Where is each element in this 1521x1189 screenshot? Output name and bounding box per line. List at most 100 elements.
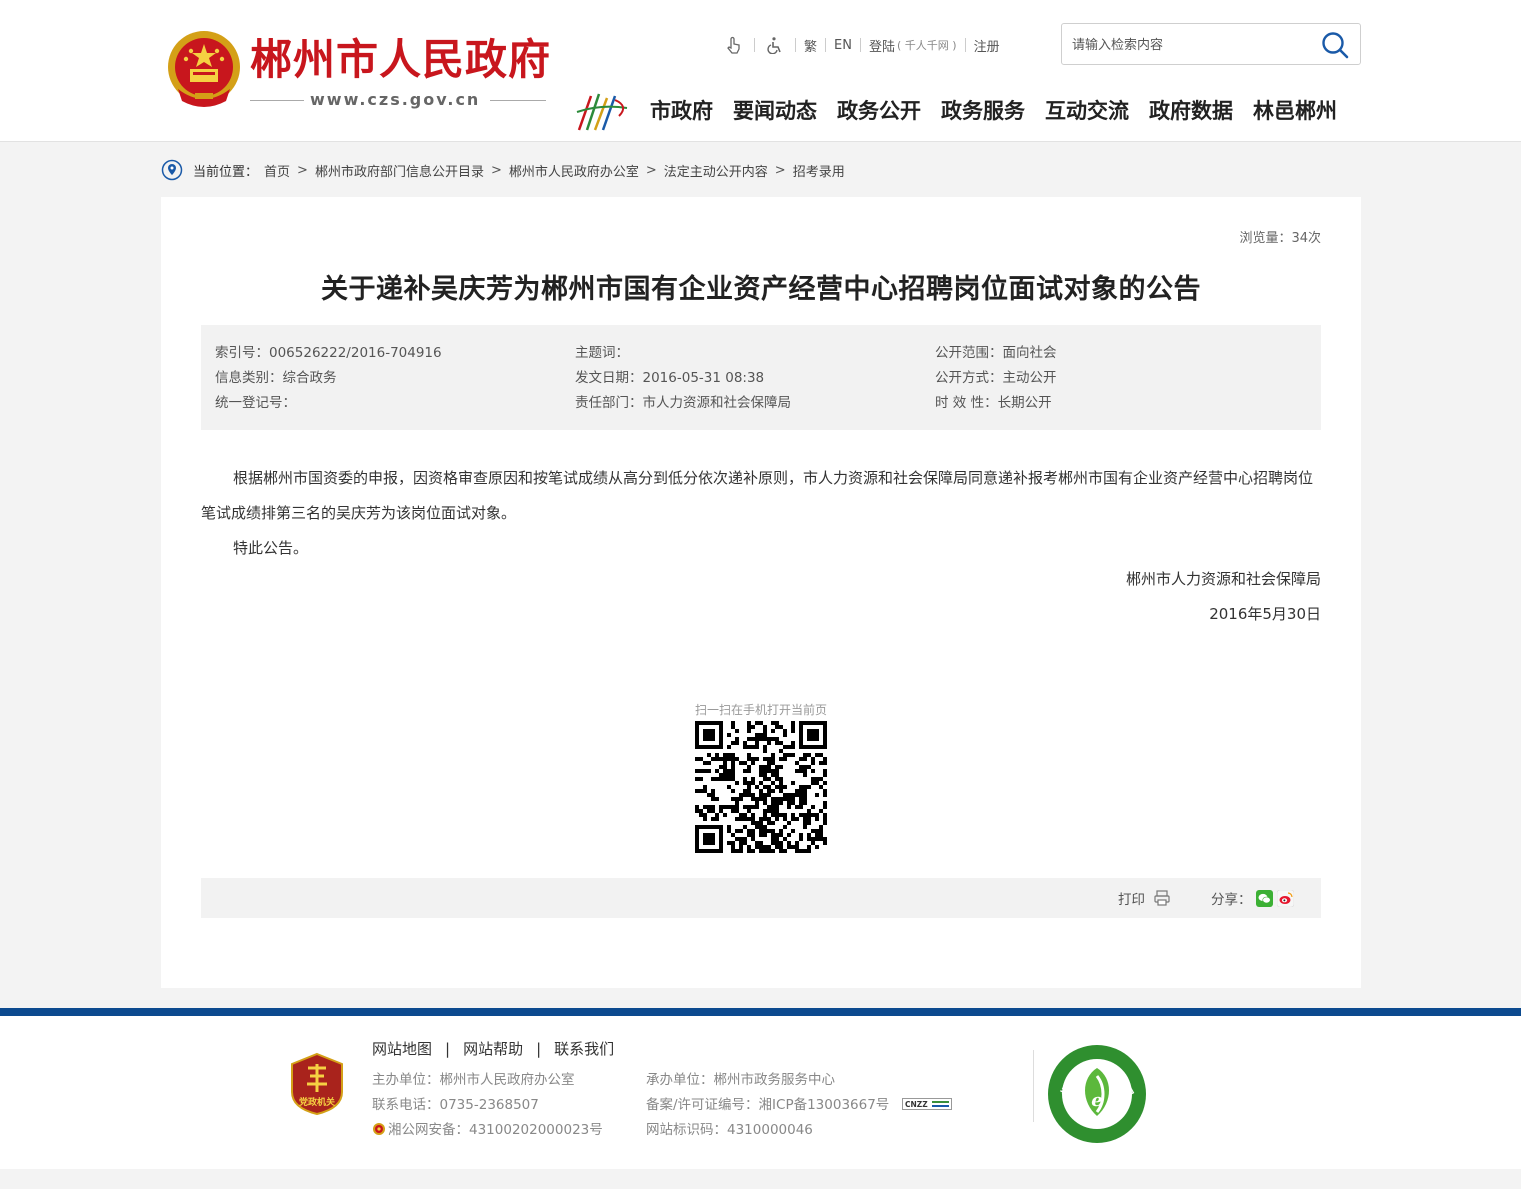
metadata-column: 索引号：006526222/2016-704916 信息类别：综合政务 统一登记… [215,341,442,416]
qr-code [695,721,827,853]
breadcrumb-statutory-content[interactable]: 法定主动公开内容 [664,161,768,180]
toolbar-divider [795,38,796,52]
search-icon[interactable] [1320,30,1350,60]
print-icon [1154,890,1170,906]
footer-divider [1033,1050,1034,1122]
meta-index-number: 索引号：006526222/2016-704916 [215,345,442,361]
footer-bottom-strip [0,1169,1521,1189]
breadcrumb-separator: > [645,162,657,178]
footer-accent-line [0,1008,1521,1016]
article-paragraph: 特此公告。 [233,539,309,557]
footer-operator: 承办单位：郴州市政务服务中心 [646,1072,835,1088]
footer-link-divider: | [445,1039,451,1058]
nav-item-city-government[interactable]: 市政府 [650,94,713,128]
location-pin-icon [161,159,183,181]
breadcrumb: 当前位置： 首页 > 郴州市政府部门信息公开目录 > 郴州市人民政府办公室 > … [161,158,845,182]
meta-scope: 公开范围：面向社会 [935,345,1057,361]
nav-item-government-affairs-disclosure[interactable]: 政务公开 [837,94,921,128]
login-sub-label: ( 千人千网 ) [896,39,957,52]
weibo-icon[interactable] [1276,889,1294,907]
meta-keywords: 主题词： [575,345,629,361]
accessibility-icon[interactable] [763,35,787,55]
footer-police-row[interactable]: 湘公网安备：43100202000023号 [372,1118,603,1143]
url-divider-right [490,100,546,101]
site-header: 郴州市人民政府 www.czs.gov.cn 繁 EN 登陆 ( 千人千网 ) … [0,0,1521,142]
site-name: 郴州市人民政府 [250,35,552,84]
article-title: 关于递补吴庆芳为郴州市国有企业资产经营中心招聘岗位面试对象的公告 [321,274,1201,305]
print-button[interactable]: 打印 [1118,888,1171,908]
cnzz-badge-icon: CNZZ [901,1098,952,1110]
toolbar-divider [754,38,755,52]
footer-icp-row[interactable]: 备案/许可证编号：湘ICP备13003667号 CNZZ [646,1093,952,1118]
metadata-column: 主题词： 发文日期：2016-05-31 08:38 责任部门：市人力资源和社会… [575,341,791,416]
article-metadata: 索引号：006526222/2016-704916 信息类别：综合政务 统一登记… [201,325,1321,430]
footer-link-help[interactable]: 网站帮助 [463,1038,523,1059]
article-card: 浏览量：34次 关于递补吴庆芳为郴州市国有企业资产经营中心招聘岗位面试对象的公告… [161,197,1361,988]
svg-text:e: e [1091,1090,1102,1111]
login-link[interactable]: 登陆 [869,36,895,55]
register-link[interactable]: 注册 [974,36,1000,55]
footer-site-code: 网站标识码：4310000046 [646,1122,813,1138]
nav-item-interaction[interactable]: 互动交流 [1045,94,1129,128]
article-signature: 郴州市人力资源和社会保障局 [1125,570,1321,588]
party-badge-text: 党政机关 [299,1096,335,1108]
footer-info-right: 承办单位：郴州市政务服务中心 备案/许可证编号：湘ICP备13003667号 C… [646,1068,952,1143]
footer-sponsor: 主办单位：郴州市人民政府办公室 [372,1072,575,1088]
nav-item-news[interactable]: 要闻动态 [733,94,817,128]
footer-icp: 备案/许可证编号：湘ICP备13003667号 [646,1097,890,1113]
hand-pointer-icon[interactable] [722,35,746,55]
breadcrumb-separator: > [297,162,308,178]
meta-department: 责任部门：市人力资源和社会保障局 [575,395,791,411]
breadcrumb-directory[interactable]: 郴州市政府部门信息公开目录 [315,161,484,180]
breadcrumb-separator: > [490,162,502,178]
nav-item-government-services[interactable]: 政务服务 [941,94,1025,128]
share-group: 分享： [1211,888,1294,908]
english-link[interactable]: EN [834,38,852,53]
nav-item-linyi-chenzhou[interactable]: 林邑郴州 [1253,94,1337,128]
article-body: 根据郴州市国资委的申报，因资格审查原因和按笔试成绩从高分到低分依次递补原则，市人… [201,461,1321,566]
footer-link-divider: | [536,1039,542,1058]
breadcrumb-recruitment[interactable]: 招考录用 [793,161,845,180]
search-box [1061,23,1361,65]
view-count: 浏览量：34次 [1239,231,1321,246]
civilized-website-badge-icon[interactable]: 郴州市创建文明网站 e [1047,1044,1147,1144]
share-label: 分享： [1211,892,1252,908]
top-toolbar: 繁 EN 登陆 ( 千人千网 ) 注册 [722,34,1000,56]
footer-links: 网站地图 | 网站帮助 | 联系我们 [372,1038,614,1059]
meta-publish-date: 发文日期：2016-05-31 08:38 [575,370,765,386]
metadata-column: 公开范围：面向社会 公开方式：主动公开 时 效 性：长期公开 [935,341,1057,416]
footer-police-record: 湘公网安备：43100202000023号 [388,1122,603,1138]
meta-disclosure-method: 公开方式：主动公开 [935,370,1057,386]
share-bar: 打印 分享： [201,878,1321,918]
qr-caption: 扫一扫在手机打开当前页 [694,703,827,717]
national-emblem-icon [168,31,240,107]
breadcrumb-office[interactable]: 郴州市人民政府办公室 [509,161,639,180]
site-url-row: www.czs.gov.cn [250,90,546,110]
footer-phone: 联系电话：0735-2368507 [372,1097,539,1113]
party-government-badge-icon[interactable]: 党政机关 [290,1052,344,1116]
meta-validity: 时 效 性：长期公开 [935,395,1052,411]
article-date: 2016年5月30日 [1209,605,1321,623]
footer-link-sitemap[interactable]: 网站地图 [372,1038,432,1059]
police-badge-icon [373,1123,385,1135]
nav-item-government-data[interactable]: 政府数据 [1149,94,1233,128]
toolbar-divider [825,38,827,52]
article-paragraph: 根据郴州市国资委的申报，因资格审查原因和按笔试成绩从高分到低分依次递补原则，市人… [201,469,1314,522]
print-label: 打印 [1118,892,1145,908]
toolbar-divider [859,38,861,52]
traditional-chinese-link[interactable]: 繁 [804,36,817,55]
url-divider-left [250,100,304,101]
footer-info-left: 主办单位：郴州市人民政府办公室 联系电话：0735-2368507 湘公网安备：… [372,1068,603,1143]
nav-logo-icon [576,93,628,131]
cnzz-badge-text: CNZZ [905,1100,928,1109]
breadcrumb-separator: > [774,162,786,178]
footer-link-contact[interactable]: 联系我们 [554,1038,614,1059]
toolbar-divider [964,38,966,52]
breadcrumb-label: 当前位置： [193,164,259,180]
wechat-icon[interactable] [1255,889,1273,907]
search-input[interactable] [1072,34,1312,56]
meta-registration-number: 统一登记号： [215,395,296,411]
breadcrumb-home[interactable]: 首页 [264,161,290,180]
main-nav: 市政府 要闻动态 政务公开 政务服务 互动交流 政府数据 林邑郴州 [640,94,1347,128]
meta-info-category: 信息类别：综合政务 [215,370,337,386]
